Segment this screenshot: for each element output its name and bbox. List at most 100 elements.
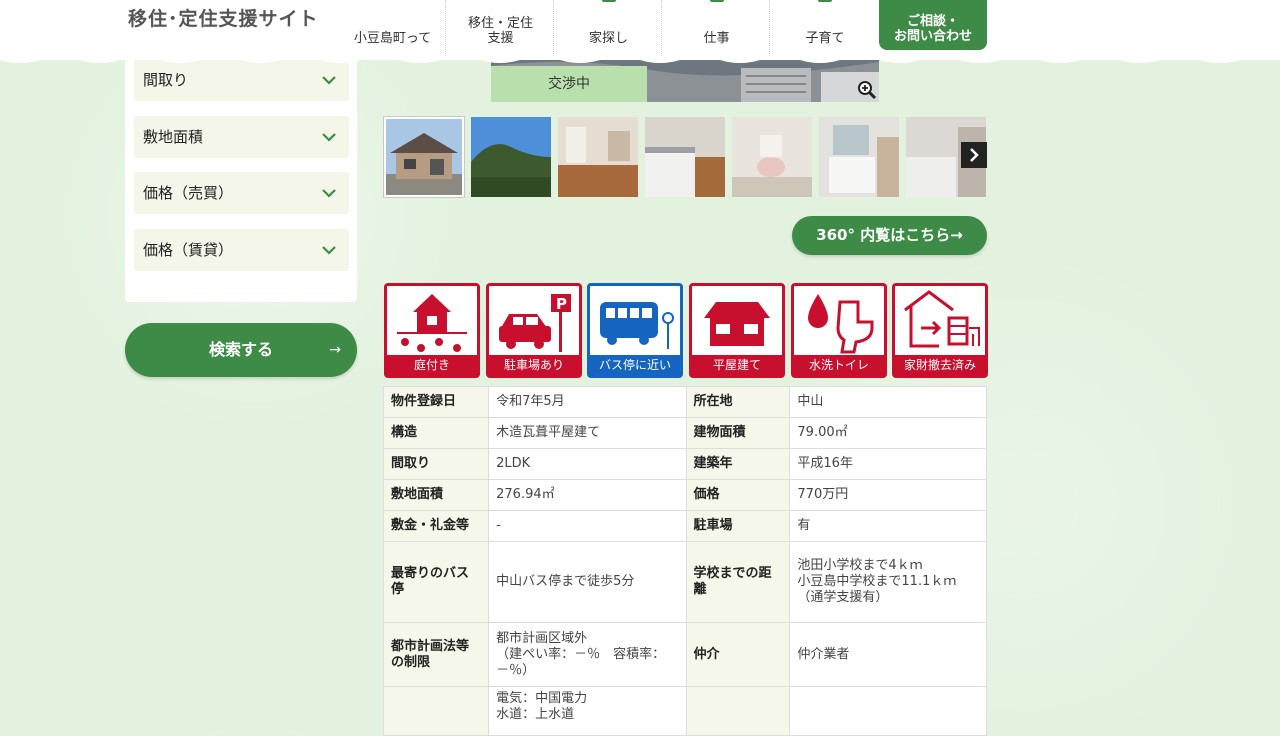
detail-key: 仲介 <box>685 622 791 687</box>
virtual-tour-button[interactable]: 360° 内覧はこちら→ <box>792 216 987 255</box>
status-badge: 交渉中 <box>491 66 647 102</box>
detail-key: 所在地 <box>685 386 791 418</box>
furniture-removed-icon <box>904 290 980 348</box>
table-row: 電気：中国電力 水道：上水道 <box>382 686 987 736</box>
feature-label: バス停に近い <box>590 355 680 375</box>
search-button[interactable]: 検索する → <box>125 323 357 377</box>
detail-value: 79.00㎡ <box>789 417 987 449</box>
bus-stop-icon <box>600 302 674 349</box>
nav-label: 移住・定住 支援 <box>467 16 533 46</box>
nav-label: 家探し <box>588 31 628 46</box>
house-icon <box>602 0 616 2</box>
filter-land-area[interactable]: 敷地面積 <box>134 116 349 158</box>
nav-house-search[interactable]: 家探し <box>556 0 662 56</box>
chevron-down-icon <box>322 133 336 142</box>
detail-key: 都市計画法等の制限 <box>382 622 490 687</box>
nav-childcare[interactable]: 子育て <box>772 0 878 56</box>
table-row: 最寄りのバス停 中山バス停まで徒歩5分 学校までの距離 池田小学校まで4ｋｍ 小… <box>382 541 987 623</box>
table-row: 間取り 2LDK 建築年 平成16年 <box>382 448 987 480</box>
zoom-in-icon[interactable] <box>857 80 877 100</box>
detail-value: 有 <box>789 510 987 542</box>
property-details-table: 物件登録日 令和7年5月 所在地 中山 構造 木造瓦葺平屋建て 建物面積 79.… <box>382 386 987 736</box>
detail-key: 敷地面積 <box>382 479 490 511</box>
detail-key: 駐車場 <box>685 510 791 542</box>
table-row: 敷金・礼金等 - 駐車場 有 <box>382 510 987 542</box>
child-icon <box>818 0 832 2</box>
filter-price-rent[interactable]: 価格（賃貸） <box>134 229 349 271</box>
filter-price-sale[interactable]: 価格（売買） <box>134 172 349 214</box>
feature-single-story: 平屋建て <box>689 283 785 378</box>
contact-line2: お問い合わせ <box>893 29 972 44</box>
feature-garden: 庭付き <box>384 283 480 378</box>
detail-value: 仲介業者 <box>789 622 987 687</box>
nav-label: 子育て <box>805 31 845 46</box>
contact-line1: ご相談・ <box>906 14 959 29</box>
feature-label: 庭付き <box>387 355 477 375</box>
detail-key: 建築年 <box>685 448 791 480</box>
detail-value: 電気：中国電力 水道：上水道 <box>488 686 687 736</box>
detail-value: 770万円 <box>789 479 987 511</box>
flush-toilet-icon <box>808 294 874 354</box>
toilet-image <box>732 117 812 197</box>
svg-text:P: P <box>556 295 567 313</box>
feature-flush-toilet: 水洗トイレ <box>791 283 887 378</box>
thumbnail-washroom[interactable] <box>819 117 899 197</box>
detail-value: 池田小学校まで4ｋｍ 小豆島中学校まで11.1ｋｍ （通学支援有） <box>789 541 987 623</box>
table-row: 物件登録日 令和7年5月 所在地 中山 <box>382 386 987 418</box>
single-story-house-icon <box>704 302 770 346</box>
thumbnail-exterior[interactable] <box>383 116 465 198</box>
detail-value: 令和7年5月 <box>488 386 687 418</box>
nav-about-town[interactable]: 小豆島町って <box>340 0 446 56</box>
table-row: 都市計画法等の制限 都市計画区域外 （建ぺい率：－％ 容積率：－％） 仲介 仲介… <box>382 622 987 687</box>
filter-label: 価格（売買） <box>143 184 234 202</box>
thumbnail-kitchen[interactable] <box>645 117 725 197</box>
detail-value: 中山バス停まで徒歩5分 <box>488 541 687 623</box>
detail-value: 276.94㎡ <box>488 479 687 511</box>
chevron-right-icon <box>970 148 979 162</box>
thumbnail-room[interactable] <box>558 117 638 197</box>
detail-value <box>789 686 987 736</box>
detail-value: - <box>488 510 687 542</box>
hillside-view-image <box>471 117 551 197</box>
table-row: 敷地面積 276.94㎡ 価格 770万円 <box>382 479 987 511</box>
nav-label: 仕事 <box>703 31 730 46</box>
filter-label: 敷地面積 <box>143 128 204 146</box>
nav-support[interactable]: 移住・定住 支援 <box>448 0 554 56</box>
site-header: 移住･定住支援サイト 小豆島町って 移住・定住 支援 家探し 仕事 子育て ご相… <box>0 0 1280 60</box>
house-exterior-image <box>386 119 462 195</box>
filter-label: 価格（賃貸） <box>143 241 234 259</box>
feature-label: 水洗トイレ <box>794 355 884 375</box>
arrow-right-icon: → <box>329 342 341 358</box>
chevron-down-icon <box>322 189 336 198</box>
washroom-image <box>819 117 899 197</box>
feature-label: 駐車場あり <box>489 355 579 375</box>
nav-contact-button[interactable]: ご相談・ お問い合わせ <box>879 0 987 50</box>
feature-bus-stop: バス停に近い <box>587 283 683 378</box>
feature-label: 家財撤去済み <box>895 355 985 375</box>
nav-jobs[interactable]: 仕事 <box>664 0 770 56</box>
briefcase-icon <box>710 0 724 2</box>
thumbnail-hills[interactable] <box>471 117 551 197</box>
thumbnail-next-button[interactable] <box>961 142 987 168</box>
car-parking-icon: P <box>499 294 571 352</box>
detail-key <box>382 686 490 736</box>
chevron-down-icon <box>322 246 336 255</box>
site-title[interactable]: 移住･定住支援サイト <box>128 4 319 31</box>
detail-value: 中山 <box>789 386 987 418</box>
detail-key: 学校までの距離 <box>685 541 791 623</box>
detail-value: 平成16年 <box>789 448 987 480</box>
detail-key: 最寄りのバス停 <box>382 541 490 623</box>
kitchen-image <box>645 117 725 197</box>
thumbnail-toilet[interactable] <box>732 117 812 197</box>
detail-value: 木造瓦葺平屋建て <box>488 417 687 449</box>
feature-label: 平屋建て <box>692 355 782 375</box>
detail-key: 構造 <box>382 417 490 449</box>
filter-label: 間取り <box>143 71 189 89</box>
feature-furniture-removed: 家財撤去済み <box>892 283 988 378</box>
table-row: 構造 木造瓦葺平屋建て 建物面積 79.00㎡ <box>382 417 987 449</box>
nav-label: 小豆島町って <box>353 31 432 46</box>
search-button-label: 検索する <box>208 340 273 359</box>
detail-key: 物件登録日 <box>382 386 490 418</box>
feature-parking: P 駐車場あり <box>486 283 582 378</box>
chevron-down-icon <box>322 76 336 85</box>
